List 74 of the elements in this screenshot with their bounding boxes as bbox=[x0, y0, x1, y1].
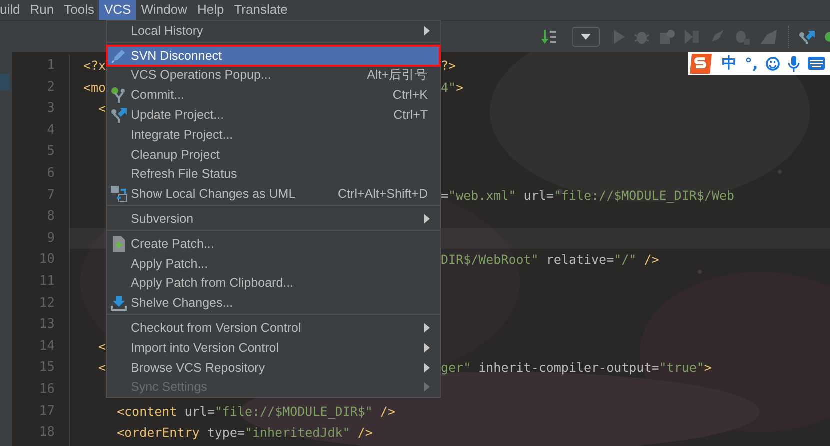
menu-item[interactable]: Create Patch... bbox=[107, 234, 440, 254]
code-fragment: < bbox=[98, 100, 106, 118]
line-number: 11 bbox=[39, 272, 55, 291]
run-icon[interactable] bbox=[613, 30, 625, 44]
code-fragment: 4"> bbox=[441, 80, 464, 95]
microphone-icon[interactable] bbox=[788, 56, 800, 72]
input-mode-toggle[interactable]: 中 bbox=[722, 54, 737, 73]
code-fragment: ger" inherit-compiler-output="true"> bbox=[441, 360, 712, 376]
keyboard-icon[interactable] bbox=[808, 57, 826, 70]
punctuation-toggle[interactable]: °, bbox=[745, 54, 758, 72]
tool-window-tab[interactable] bbox=[0, 74, 10, 91]
code-fragment: ="web.xml" url="file://$MODULE_DIR$/Web bbox=[441, 188, 735, 203]
code-line: <content url="file://$MODULE_DIR$" /> bbox=[116, 402, 396, 421]
code-fragment: ?> bbox=[441, 58, 456, 73]
menu-item[interactable]: Browse VCS Repository bbox=[107, 358, 440, 378]
line-number: 15 bbox=[39, 359, 55, 378]
menu-item[interactable]: Integrate Project... bbox=[107, 124, 440, 145]
menu-bar-item[interactable]: Translate bbox=[229, 0, 293, 20]
document-icon bbox=[113, 236, 125, 252]
line-number: 3 bbox=[47, 100, 55, 118]
line-number: 18 bbox=[39, 424, 55, 442]
smiley-icon[interactable] bbox=[766, 56, 780, 70]
commit-icon[interactable] bbox=[824, 30, 830, 42]
caret-icon bbox=[581, 34, 591, 40]
menu-item[interactable]: Update Project... Ctrl+T bbox=[107, 105, 440, 125]
line-number: 17 bbox=[39, 402, 55, 420]
menu-item[interactable]: Shelve Changes... bbox=[107, 293, 440, 314]
menu-item[interactable]: Import into Version Control bbox=[107, 338, 440, 358]
menu-item[interactable]: Subversion bbox=[107, 209, 440, 229]
line-number: 5 bbox=[47, 143, 55, 162]
line-number: 1 bbox=[47, 57, 55, 75]
code-fragment: <?x bbox=[83, 57, 106, 75]
code-fragment: DIR$/WebRoot" relative="/" /> bbox=[441, 252, 660, 268]
line-number: 16 bbox=[39, 380, 55, 399]
menu-item[interactable]: Commit... Ctrl+K bbox=[107, 85, 440, 106]
commit-icon bbox=[111, 87, 127, 104]
profile-icon[interactable] bbox=[684, 28, 700, 44]
configuration-dropdown[interactable] bbox=[572, 26, 600, 46]
diagram-icon bbox=[111, 186, 127, 202]
code-fragment: < bbox=[98, 359, 106, 378]
line-number: 14 bbox=[39, 338, 55, 356]
menu-item[interactable]: Apply Patch from Clipboard... bbox=[107, 274, 440, 294]
coverage-icon[interactable] bbox=[659, 28, 675, 44]
menu-item[interactable]: VCS Operations Popup... Alt+后引号 bbox=[107, 66, 440, 86]
pencil-icon bbox=[111, 48, 127, 64]
update-icon[interactable] bbox=[799, 28, 815, 44]
menu-item[interactable]: Apply Patch... bbox=[107, 254, 440, 274]
menu-item[interactable]: Cleanup Project bbox=[107, 144, 440, 165]
menu-bar-item[interactable]: Run bbox=[25, 0, 60, 20]
line-number: 6 bbox=[47, 164, 55, 183]
menu-bar-item[interactable]: Tools bbox=[59, 0, 100, 20]
line-number: 7 bbox=[47, 186, 55, 205]
menu-item[interactable]: Checkout from Version Control bbox=[107, 318, 440, 338]
line-number: 8 bbox=[47, 208, 55, 226]
menu-bar-item[interactable]: VCS bbox=[99, 0, 136, 20]
shelve-icon bbox=[111, 295, 127, 312]
code-line: <orderEntry type="inheritedJdk" /> bbox=[116, 424, 373, 442]
menu-item[interactable]: Local History bbox=[107, 21, 440, 41]
line-number: 12 bbox=[39, 294, 55, 313]
menu-bar-item[interactable]: Help bbox=[192, 0, 230, 20]
line-number: 10 bbox=[39, 251, 55, 270]
menu-item[interactable]: SVN Disconnect bbox=[107, 46, 440, 66]
line-number: 13 bbox=[39, 316, 55, 334]
line-number: 2 bbox=[47, 78, 55, 97]
code-fragment: < bbox=[98, 338, 106, 356]
menu-bar-item[interactable]: Window bbox=[136, 0, 192, 20]
code-fragment: <mo bbox=[83, 78, 106, 97]
menu-item[interactable]: Show Local Changes as UML Ctrl+Alt+Shift+D bbox=[107, 184, 440, 204]
update-icon bbox=[111, 107, 127, 124]
line-number: 4 bbox=[47, 122, 55, 140]
download-icon[interactable] bbox=[541, 28, 557, 44]
line-number: 9 bbox=[47, 230, 55, 248]
menu-item[interactable]: Refresh File Status bbox=[107, 164, 440, 184]
menu-bar-item[interactable]: uild bbox=[0, 0, 26, 20]
